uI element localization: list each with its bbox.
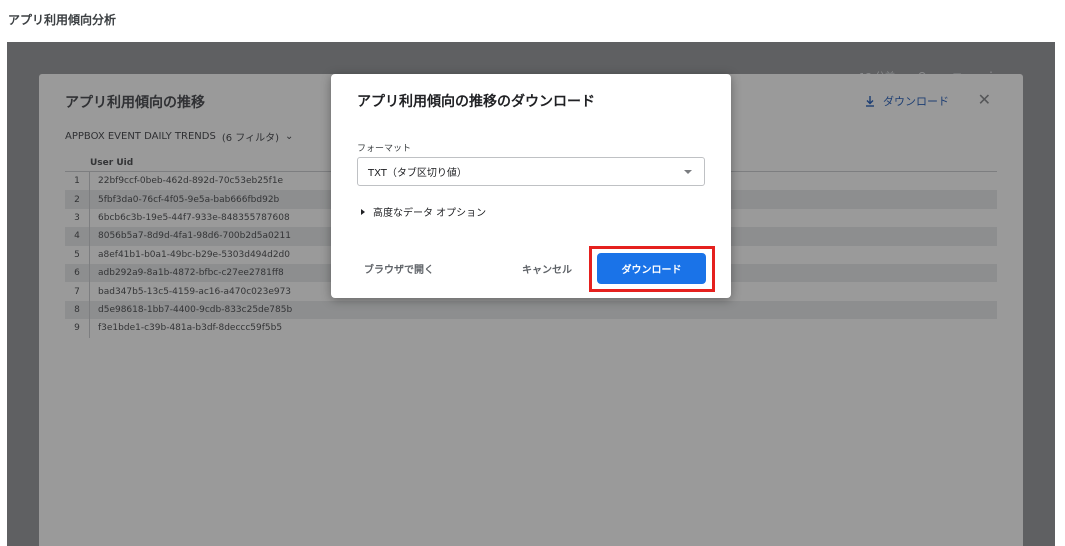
- row-number: 1: [65, 172, 90, 191]
- user-uid-cell: 6bcb6c3b-19e5-44f7-933e-848355787608: [98, 212, 290, 223]
- expand-triangle-icon: [361, 208, 365, 215]
- user-uid-cell: bad347b5-13c5-4159-ac16-a470c023e973: [98, 286, 292, 297]
- user-uid-cell: 8056b5a7-8d9d-4fa1-98d6-700b2d5a0211: [98, 231, 291, 242]
- format-label: フォーマット: [357, 144, 412, 154]
- user-uid-cell: 22bf9ccf-0beb-462d-892d-70c53eb25f1e: [98, 176, 284, 187]
- panel-download-label: ダウンロード: [883, 95, 949, 108]
- filter-count: (6 フィルタ): [221, 133, 279, 144]
- explore-subtitle[interactable]: APPBOX EVENT DAILY TRENDS (6 フィルタ) ⌄: [65, 129, 293, 144]
- panel-download-button[interactable]: ダウンロード: [865, 93, 949, 109]
- dropdown-arrow-icon: [684, 169, 692, 174]
- row-number: 8: [65, 300, 90, 320]
- row-number: 9: [65, 319, 90, 338]
- dialog-title: アプリ利用傾向の推移のダウンロード: [357, 94, 595, 110]
- format-select-value: TXT（タブ区切り値）: [368, 168, 467, 179]
- chevron-down-icon: ⌄: [285, 131, 294, 142]
- row-number: 4: [65, 227, 90, 246]
- open-in-browser-button[interactable]: ブラウザで開く: [364, 261, 434, 276]
- format-select[interactable]: TXT（タブ区切り値）: [357, 157, 705, 186]
- download-dialog: アプリ利用傾向の推移のダウンロード フォーマット TXT（タブ区切り値） 高度な…: [331, 74, 731, 298]
- user-uid-cell: f3e1bde1-c39b-481a-b3df-8deccc59f5b5: [98, 323, 283, 334]
- row-number: 2: [65, 190, 90, 209]
- close-icon[interactable]: ✕: [978, 90, 991, 109]
- column-header-user-uid[interactable]: User Uid: [90, 158, 133, 168]
- table-row: 8 d5e98618-1bb7-4400-9cdb-833c25de785b: [65, 300, 997, 320]
- user-uid-cell: a8ef41b1-b0a1-49bc-b29e-5303d494d2d0: [98, 249, 290, 260]
- user-uid-cell: d5e98618-1bb7-4400-9cdb-833c25de785b: [98, 304, 293, 315]
- advanced-data-options-label: 高度なデータ オプション: [373, 208, 487, 219]
- advanced-data-options-toggle[interactable]: 高度なデータ オプション: [361, 204, 486, 219]
- cancel-button[interactable]: キャンセル: [522, 261, 572, 276]
- download-button[interactable]: ダウンロード: [597, 253, 706, 284]
- row-number: 6: [65, 263, 90, 283]
- row-number: 7: [65, 282, 90, 301]
- explore-name: APPBOX EVENT DAILY TRENDS: [65, 131, 216, 142]
- user-uid-cell: 5fbf3da0-76cf-4f05-9e5a-bab666fbd92b: [98, 194, 280, 205]
- page-title: アプリ利用傾向分析: [8, 13, 117, 27]
- panel-title: アプリ利用傾向の推移: [65, 95, 205, 111]
- row-number: 5: [65, 245, 90, 264]
- user-uid-cell: adb292a9-8a1b-4872-bfbc-c27ee2781ff8: [98, 268, 284, 279]
- row-number: 3: [65, 208, 90, 228]
- download-icon: [866, 95, 874, 107]
- table-row: 9 f3e1bde1-c39b-481a-b3df-8deccc59f5b5: [65, 319, 997, 338]
